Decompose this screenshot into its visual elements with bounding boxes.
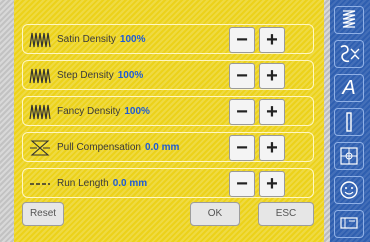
satin-density-icon (29, 32, 51, 48)
step-density-plus-button[interactable]: + (259, 63, 285, 89)
pull-compensation-plus-button[interactable]: + (259, 135, 285, 161)
step-density-label: Step Density 100% (57, 70, 144, 81)
stitch-edit-icon (340, 45, 360, 63)
row-run-length: Run Length 0.0 mm − + (22, 168, 314, 198)
lettering-button[interactable]: A (334, 74, 364, 102)
run-length-icon (30, 183, 50, 185)
row-satin-density: Satin Density 100% − + (22, 24, 314, 54)
grid-icon (340, 147, 358, 165)
satin-density-minus-button[interactable]: − (229, 27, 255, 53)
bar-icon (346, 112, 352, 132)
settings-panel: Satin Density 100% − + Step Density 100% −… (14, 0, 324, 242)
grid-button[interactable] (334, 142, 364, 170)
fancy-density-plus-button[interactable]: + (259, 99, 285, 125)
stitch-edit-button[interactable] (334, 40, 364, 68)
lettering-icon: A (342, 77, 356, 99)
step-density-minus-button[interactable]: − (229, 63, 255, 89)
satin-density-label: Satin Density 100% (57, 34, 146, 45)
fancy-density-icon (29, 104, 51, 120)
fancy-density-value: 100% (124, 106, 150, 117)
fancy-density-label: Fancy Density 100% (57, 106, 150, 117)
smiley-button[interactable] (334, 176, 364, 204)
left-border (0, 0, 14, 242)
embroidery-settings-screen: Satin Density 100% − + Step Density 100% −… (0, 0, 370, 242)
fancy-density-minus-button[interactable]: − (229, 99, 255, 125)
run-length-label: Run Length 0.0 mm (57, 178, 148, 189)
pull-compensation-icon (30, 140, 50, 156)
smiley-icon (340, 181, 358, 199)
pull-compensation-label: Pull Compensation 0.0 mm (57, 142, 180, 153)
zigzag-icon (342, 10, 356, 28)
tools-icon (340, 217, 358, 229)
reset-button[interactable]: Reset (22, 202, 64, 226)
pull-compensation-minus-button[interactable]: − (229, 135, 255, 161)
step-density-icon (29, 68, 51, 84)
ok-button[interactable]: OK (190, 202, 240, 226)
run-length-minus-button[interactable]: − (229, 171, 255, 197)
esc-button[interactable]: ESC (258, 202, 314, 226)
right-sidebar: A (330, 0, 370, 242)
row-pull-compensation: Pull Compensation 0.0 mm − + (22, 132, 314, 162)
satin-density-value: 100% (119, 34, 146, 45)
row-step-density: Step Density 100% − + (22, 60, 314, 90)
bar-button[interactable] (334, 108, 364, 136)
run-length-value: 0.0 mm (112, 178, 148, 189)
tools-button[interactable] (334, 210, 364, 238)
run-length-plus-button[interactable]: + (259, 171, 285, 197)
row-fancy-density: Fancy Density 100% − + (22, 96, 314, 126)
pull-compensation-value: 0.0 mm (144, 142, 180, 153)
satin-density-plus-button[interactable]: + (259, 27, 285, 53)
step-density-value: 100% (117, 70, 144, 81)
zigzag-button[interactable] (334, 6, 364, 34)
